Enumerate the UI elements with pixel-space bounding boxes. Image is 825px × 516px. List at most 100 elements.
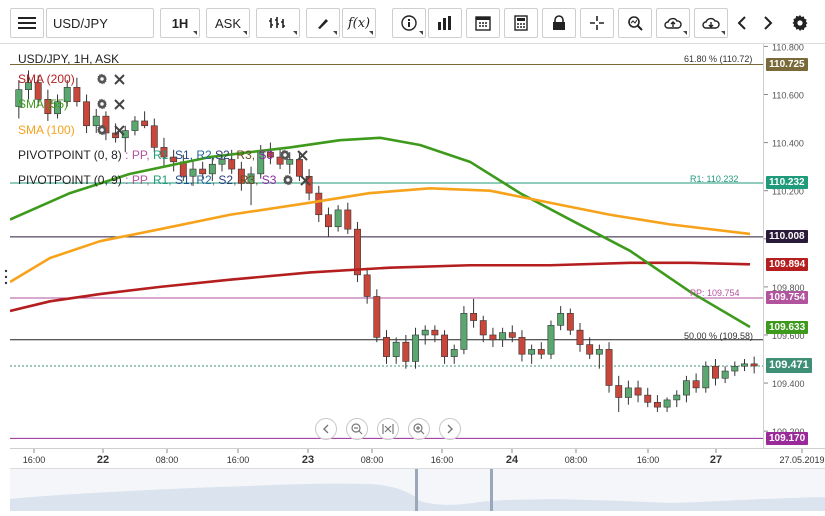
candles	[15, 70, 758, 412]
time-axis-ticks: 16:00 22 08:00 16:00 23 08:00 16:00 24 08:00 16:0…	[23, 449, 825, 466]
pivot-9-s3: S3	[261, 173, 277, 187]
candle-body	[392, 341, 400, 357]
candle-body	[499, 332, 507, 341]
x-tick-label: 16:00	[637, 455, 660, 465]
price-type-selector[interactable]: ASK	[206, 8, 250, 38]
time-axis[interactable]: 16:00 22 08:00 16:00 23 08:00 16:00 24 08:00 16:0…	[10, 448, 825, 468]
price-tag: 110.725	[766, 57, 808, 71]
gear-icon[interactable]	[96, 73, 108, 85]
close-icon[interactable]	[114, 98, 125, 110]
pivot-8-s1: S1,	[175, 148, 194, 162]
indicators-button[interactable]: f(x)	[342, 8, 376, 38]
y-tick-label: 109.400	[772, 379, 805, 389]
candle-body	[528, 349, 536, 355]
candle-body	[450, 349, 458, 357]
candle-body	[624, 387, 632, 398]
candle-body	[470, 313, 478, 321]
arrow-right-icon	[764, 16, 773, 30]
zoom-in-button[interactable]	[408, 418, 430, 440]
price-tag: 109.754	[766, 291, 809, 305]
zoom-out-button[interactable]	[346, 418, 368, 440]
volume-button[interactable]	[428, 8, 462, 38]
navigator-overview[interactable]	[10, 468, 825, 511]
candle-body	[605, 349, 613, 386]
lock-icon	[553, 15, 565, 30]
candle-body	[402, 341, 410, 362]
bar-chart-type-icon	[269, 17, 285, 28]
candle-body	[634, 387, 642, 396]
scroll-right-button[interactable]	[756, 8, 780, 38]
candle-body	[325, 214, 332, 228]
candle-body	[673, 394, 681, 401]
x-tick-label: 08:00	[156, 455, 179, 465]
candle-body	[460, 313, 468, 350]
candle-body	[431, 329, 439, 336]
close-icon[interactable]	[114, 73, 125, 85]
legend-pivot-9[interactable]: PIVOTPOINT (0, 9) : PP, R1, S1, R2, S2, …	[18, 173, 312, 187]
legend-pivot-8[interactable]: PIVOTPOINT (0, 8) : PP, R1, S1, R2, S2, …	[18, 148, 308, 162]
pivot-9-r3: R3,	[239, 173, 259, 187]
candle-body	[150, 125, 158, 148]
timeframe-selector[interactable]: 1H	[160, 8, 200, 38]
chart-title: USD/JPY, 1H, ASK	[18, 52, 120, 66]
menu-button[interactable]	[10, 8, 44, 38]
legend-sma-55[interactable]: SMA (55)	[18, 97, 125, 111]
candle-body	[692, 380, 700, 389]
arrow-left-icon	[737, 16, 746, 30]
download-button[interactable]	[694, 8, 728, 38]
pivot-8-r1: R1,	[152, 148, 172, 162]
zoom-in-icon	[413, 423, 425, 435]
legend-sma-200[interactable]: SMA (200)	[18, 72, 125, 86]
settings-gear-icon	[792, 15, 808, 31]
scroll-left-button[interactable]	[730, 8, 754, 38]
reset-zoom-button[interactable]	[377, 418, 399, 440]
candle-body	[518, 337, 526, 355]
calendar-icon	[475, 16, 491, 31]
settings-button[interactable]	[786, 8, 814, 38]
y-tick-label: 110.800	[772, 44, 804, 52]
gear-icon[interactable]	[96, 98, 108, 110]
pivot-8-pp: : PP,	[125, 148, 150, 162]
calendar-button[interactable]	[466, 8, 500, 38]
zoom-button[interactable]	[618, 8, 652, 38]
price-tag: 109.471	[766, 358, 812, 374]
x-tick-label: 24	[506, 454, 519, 466]
close-icon[interactable]	[297, 149, 308, 161]
close-icon[interactable]	[300, 174, 312, 186]
gear-icon[interactable]	[96, 124, 108, 136]
scroll-forward-button[interactable]	[439, 418, 461, 440]
horizontal-lines	[10, 63, 763, 439]
candle-body	[750, 363, 758, 367]
price-type-label: ASK	[214, 15, 241, 31]
cloud-download-icon	[702, 17, 720, 29]
candle-body	[644, 394, 652, 403]
x-tick-label: 08:00	[361, 455, 384, 465]
upload-button[interactable]	[656, 8, 690, 38]
zoom-search-icon	[628, 16, 643, 31]
legend-sma-100[interactable]: SMA (100)	[18, 123, 125, 137]
price-axis[interactable]: 110.800110.600110.400110.200110.000109.8…	[763, 42, 825, 448]
gear-icon[interactable]	[282, 174, 294, 186]
candle-body	[731, 365, 739, 372]
price-tag: 110.008	[766, 230, 808, 244]
draw-button[interactable]	[306, 8, 340, 38]
calculator-button[interactable]	[504, 8, 538, 38]
info-button[interactable]	[392, 8, 426, 38]
candle-body	[682, 380, 690, 396]
gear-icon[interactable]	[279, 149, 291, 161]
toolbar: USD/JPY 1H ASK f(x)	[0, 0, 825, 44]
left-resize-handle[interactable]	[4, 268, 8, 286]
candle-body	[547, 325, 555, 355]
symbol-selector[interactable]: USD/JPY	[46, 8, 154, 38]
scroll-back-button[interactable]	[315, 418, 337, 440]
lock-button[interactable]	[542, 8, 576, 38]
crosshair-button[interactable]	[580, 8, 614, 38]
x-tick-label: 16:00	[431, 455, 454, 465]
chart-type-button[interactable]	[256, 8, 300, 38]
candle-body	[373, 296, 381, 338]
close-icon[interactable]	[114, 124, 125, 136]
candle-body	[702, 365, 710, 389]
arrow-left-circle-icon	[323, 424, 329, 434]
candle-body	[721, 370, 729, 379]
pivot-9-r1: R1,	[152, 173, 172, 187]
